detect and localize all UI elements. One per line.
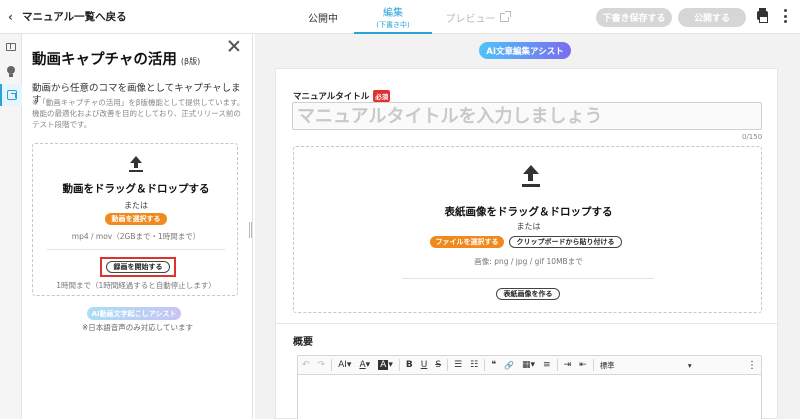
rail-tips-button[interactable] (0, 59, 22, 81)
create-cover-image-button[interactable]: 表紙画像を作る (496, 288, 560, 300)
or-text: または (124, 201, 148, 210)
outdent-icon[interactable]: ⇤ (575, 355, 591, 375)
toolbar-separator (556, 359, 558, 371)
panel-beta-note: ※「動画キャプチャの活用」をβ版機能として提供しています。機能の最適化および改善… (32, 98, 245, 129)
manual-title-input[interactable] (292, 102, 762, 130)
video-capture-icon (7, 90, 17, 100)
or-text: または (516, 222, 541, 231)
print-icon[interactable] (757, 8, 768, 23)
summary-label: 概要 (293, 337, 313, 348)
rail-manual-button[interactable] (0, 36, 22, 58)
video-format-hint: mp4 / mov（2GBまで・1時間まで） (71, 232, 201, 241)
table-icon[interactable]: ▦ ▾ (518, 355, 539, 375)
tab-public-label: 公開中 (308, 13, 338, 25)
beta-label: (β版) (180, 57, 201, 66)
recording-limit-hint: 1時間まで（1時間経過すると自動停止します） (56, 281, 216, 290)
panel-title-text: 動画キャプチャの活用 (32, 52, 177, 68)
chevron-left-icon: ‹ (8, 9, 13, 24)
chevron-down-icon: ▾ (687, 360, 692, 370)
format-value: 標準 (599, 360, 615, 370)
upload-icon (522, 165, 540, 187)
resize-handle[interactable] (249, 222, 252, 238)
back-to-manual-list-link[interactable]: ‹ マニュアル一覧へ戻る (8, 9, 127, 24)
summary-editor-body[interactable] (297, 375, 762, 419)
more-menu-icon[interactable] (783, 9, 787, 23)
ai-transcription-note: ※日本語音声のみ対応しています (81, 323, 194, 332)
rail-video-capture-button[interactable] (0, 84, 22, 106)
cover-drop-title: 表紙画像をドラッグ＆ドロップする (444, 206, 613, 218)
ai-text-label: AI (338, 360, 347, 370)
ai-text-icon[interactable]: AI ▾ (334, 355, 355, 375)
tab-public[interactable]: 公開中 (292, 0, 354, 34)
publish-button[interactable]: 公開する (678, 8, 746, 27)
font-color-icon[interactable]: A ▾ (355, 355, 374, 375)
tab-preview-label: プレビュー (445, 13, 496, 25)
paste-from-clipboard-button[interactable]: クリップボードから貼り付ける (509, 236, 622, 248)
upload-icon (129, 156, 143, 172)
tab-edit-sub-label: (下書き中) (376, 21, 410, 29)
book-icon (6, 43, 16, 51)
lightbulb-icon (7, 66, 15, 77)
video-drop-zone[interactable]: 動画をドラッグ＆ドロップする または 動画を選択する mp4 / mov（2GB… (32, 143, 238, 296)
manual-editor-card: マニュアルタイトル 必須 0/150 表紙画像をドラッグ＆ドロップする または … (275, 68, 779, 419)
underline-icon[interactable]: U (417, 355, 432, 375)
toolbar-separator (447, 359, 449, 371)
strikethrough-icon[interactable]: S (431, 355, 445, 375)
side-rail (0, 34, 22, 419)
cover-format-hint: 画像: png / jpg / gif 10MBまで (474, 257, 583, 266)
record-highlight-box: 録画を開始する (100, 257, 176, 277)
title-char-count: 0/150 (742, 133, 763, 141)
top-bar: ‹ マニュアル一覧へ戻る 公開中 編集 (下書き中) プレビュー 下書き保存する… (0, 0, 800, 34)
title-label-text: マニュアルタイトル (293, 92, 370, 102)
required-badge: 必須 (373, 90, 391, 102)
tab-preview[interactable]: プレビュー (432, 0, 522, 34)
undo-icon[interactable]: ↶ (298, 355, 314, 375)
video-capture-panel: 動画キャプチャの活用 (β版) 動画から任意のコマを画像としてキャプチャします ※… (22, 34, 253, 419)
tab-edit[interactable]: 編集 (下書き中) (354, 0, 432, 34)
ai-writing-assist-button[interactable]: AI文章編集アシスト (479, 42, 571, 59)
toolbar-separator (484, 359, 486, 371)
indent-icon[interactable]: ⇥ (560, 355, 576, 375)
cover-image-drop-zone[interactable]: 表紙画像をドラッグ＆ドロップする または ファイルを選択する クリップボードから… (293, 146, 762, 313)
highlight-color-icon[interactable]: A ▾ (374, 355, 397, 375)
toolbar-separator (592, 359, 594, 371)
highlight-label: A (378, 360, 389, 370)
redo-icon[interactable]: ↷ (314, 355, 330, 375)
section-divider (276, 323, 779, 324)
table-glyph: ▦ (522, 360, 531, 370)
select-file-button[interactable]: ファイルを選択する (430, 236, 504, 248)
toolbar-separator (331, 359, 333, 371)
divider (402, 278, 654, 279)
video-drop-title: 動画をドラッグ＆ドロップする (62, 183, 210, 195)
mode-tabs: 公開中 編集 (下書き中) プレビュー (292, 0, 522, 34)
quote-icon[interactable]: ❝ (487, 355, 500, 375)
ai-transcription-assist-button[interactable]: AI動画文字起こしアシスト (87, 307, 181, 320)
tab-edit-label: 編集 (383, 8, 403, 19)
close-panel-icon[interactable] (227, 39, 241, 53)
align-icon[interactable]: ≡ (539, 355, 555, 375)
toolbar-more-icon[interactable]: ⋮ (743, 355, 761, 375)
rich-text-toolbar: ↶ ↷ AI ▾ A ▾ A ▾ B U S ☰ ☷ ❝ 🔗 ▦ ▾ ≡ ⇥ ⇤ 標準 ▾… (297, 355, 762, 375)
save-draft-button[interactable]: 下書き保存する (596, 8, 672, 27)
bold-icon[interactable]: B (402, 355, 417, 375)
toolbar-separator (398, 359, 400, 371)
back-label: マニュアル一覧へ戻る (22, 11, 127, 23)
external-link-icon (499, 10, 511, 22)
title-field-label: マニュアルタイトル 必須 (293, 90, 391, 102)
start-recording-button[interactable]: 録画を開始する (106, 261, 170, 273)
panel-title: 動画キャプチャの活用 (β版) (32, 48, 200, 69)
link-icon[interactable]: 🔗 (500, 355, 518, 375)
font-color-label: A (359, 360, 366, 370)
numbered-list-icon[interactable]: ☷ (466, 355, 482, 375)
divider (47, 249, 225, 250)
paragraph-format-select[interactable]: 標準 ▾ (596, 355, 696, 375)
bullet-list-icon[interactable]: ☰ (450, 355, 466, 375)
select-video-button[interactable]: 動画を選択する (105, 213, 167, 225)
